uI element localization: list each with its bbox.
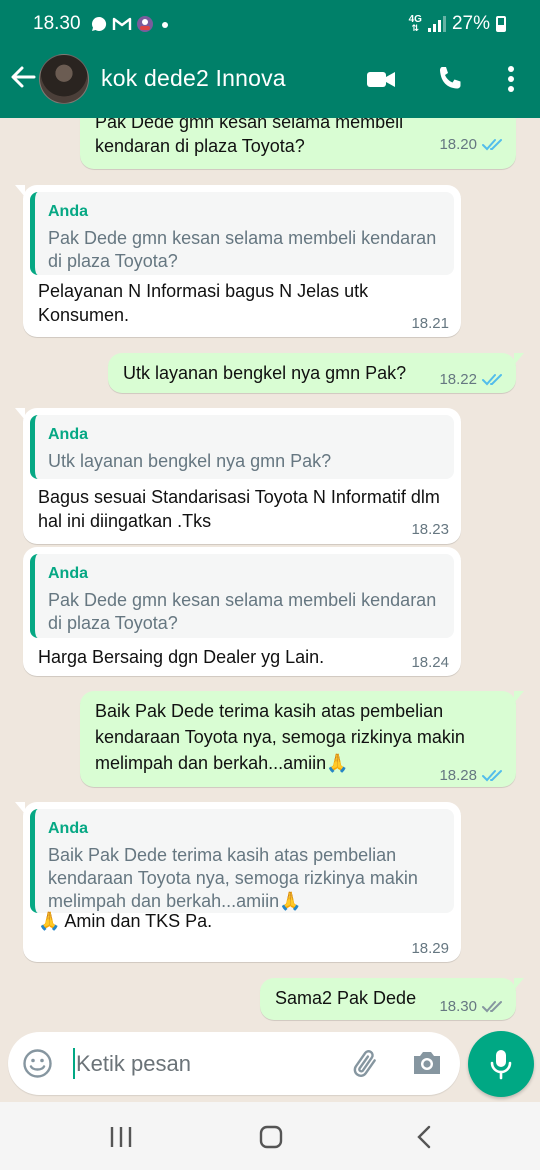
message-outgoing[interactable]: Baik Pak Dede terima kasih atas pembelia… <box>80 691 524 788</box>
attach-icon[interactable] <box>351 1048 381 1079</box>
navigation-bar <box>0 1102 540 1170</box>
quote-text: Utk layanan bengkel nya gmn Pak? <box>48 451 332 471</box>
notification-icons <box>90 15 172 33</box>
message-meta: 18.28 <box>439 764 504 788</box>
recent-apps-icon[interactable] <box>108 1124 134 1150</box>
message-meta: 18.21 <box>411 312 449 336</box>
message-time: 18.30 <box>439 998 477 1015</box>
message-meta: 18.23 <box>411 518 449 542</box>
message-text: Harga Bersaing dgn Dealer yg Lain. <box>38 647 325 667</box>
message-incoming[interactable]: Anda Baik Pak Dede terima kasih atas pem… <box>15 802 461 962</box>
header-bar: 18.30 4G ⇅ 27% kok dede2 Innova <box>0 0 540 118</box>
message-meta: 18.29 <box>411 937 449 961</box>
status-right: 4G ⇅ 27% <box>409 13 506 35</box>
message-meta: 18.30 <box>439 995 504 1019</box>
message-meta: 18.24 <box>411 651 449 675</box>
gmail-icon <box>112 17 132 30</box>
quote-text: Pak Dede gmn kesan selama membeli kendar… <box>48 590 437 633</box>
message-text: Bagus sesuai Standarisasi Toyota N Infor… <box>38 487 440 531</box>
message-outgoing[interactable]: Utk layanan bengkel nya gmn Pak? 18.22 <box>108 353 524 393</box>
signal-icon <box>427 16 446 32</box>
status-time: 18.30 <box>33 13 81 34</box>
double-check-icon <box>482 139 502 151</box>
chat-area[interactable]: Pak Dede gmn kesan selama membeli kendar… <box>0 118 540 1036</box>
message-text: Pelayanan N Informasi bagus N Jelas utk … <box>38 281 369 325</box>
quoted-message[interactable]: Anda Pak Dede gmn kesan selama membeli k… <box>30 554 454 638</box>
battery-percent: 27% <box>451 13 490 34</box>
quoted-message[interactable]: Anda Pak Dede gmn kesan selama membeli k… <box>30 192 454 275</box>
camera-icon[interactable] <box>411 1048 443 1078</box>
microphone-icon <box>490 1050 512 1080</box>
video-call-icon[interactable] <box>366 64 396 94</box>
app-avatar-icon <box>137 16 153 32</box>
quoted-message[interactable]: Anda Baik Pak Dede terima kasih atas pem… <box>30 809 454 913</box>
message-outgoing[interactable]: Pak Dede gmn kesan selama membeli kendar… <box>80 118 516 169</box>
quote-author: Anda <box>48 426 88 443</box>
message-incoming[interactable]: Anda Utk layanan bengkel nya gmn Pak? Ba… <box>15 408 461 544</box>
network-type: 4G ⇅ <box>408 14 422 33</box>
double-check-icon <box>482 770 502 782</box>
double-check-icon <box>482 1001 502 1013</box>
app-bar: kok dede2 Innova <box>0 50 540 118</box>
message-text: 🙏 Amin dan TKS Pa. <box>38 911 213 931</box>
message-text: Pak Dede gmn kesan selama membeli kendar… <box>95 118 404 156</box>
quoted-message[interactable]: Anda Utk layanan bengkel nya gmn Pak? <box>30 415 454 479</box>
text-cursor <box>73 1048 75 1079</box>
quote-author: Anda <box>48 565 88 582</box>
message-incoming[interactable]: Anda Pak Dede gmn kesan selama membeli k… <box>15 185 461 337</box>
message-incoming[interactable]: Anda Pak Dede gmn kesan selama membeli k… <box>23 547 461 676</box>
message-composer <box>8 1032 460 1095</box>
message-time: 18.24 <box>411 654 449 671</box>
emoji-icon[interactable] <box>22 1048 53 1079</box>
avatar[interactable] <box>39 54 89 104</box>
back-arrow-icon[interactable] <box>8 62 38 92</box>
voice-call-icon[interactable] <box>435 64 465 94</box>
quote-author: Anda <box>48 820 88 837</box>
dot-icon <box>162 22 168 28</box>
message-time: 18.28 <box>439 767 477 784</box>
message-meta: 18.20 <box>439 133 504 157</box>
whatsapp-icon <box>92 16 107 31</box>
more-options-icon[interactable] <box>496 64 526 94</box>
quote-author: Anda <box>48 203 88 220</box>
quote-text: Pak Dede gmn kesan selama membeli kendar… <box>48 228 437 271</box>
message-meta: 18.22 <box>439 368 504 392</box>
back-nav-icon[interactable] <box>412 1124 438 1150</box>
message-time: 18.29 <box>411 940 449 957</box>
message-time: 18.22 <box>439 371 477 388</box>
message-time: 18.20 <box>439 136 477 153</box>
contact-name[interactable]: kok dede2 Innova <box>101 65 286 92</box>
message-input[interactable] <box>76 1044 326 1084</box>
status-bar: 18.30 4G ⇅ 27% <box>0 0 540 50</box>
message-time: 18.23 <box>411 521 449 538</box>
message-outgoing[interactable]: Sama2 Pak Dede 18.30 <box>260 978 524 1020</box>
voice-record-button[interactable] <box>468 1031 534 1097</box>
double-check-icon <box>482 374 502 386</box>
battery-icon <box>496 16 506 32</box>
home-icon[interactable] <box>258 1124 284 1150</box>
message-time: 18.21 <box>411 315 449 332</box>
quote-text: Baik Pak Dede terima kasih atas pembelia… <box>48 845 418 911</box>
